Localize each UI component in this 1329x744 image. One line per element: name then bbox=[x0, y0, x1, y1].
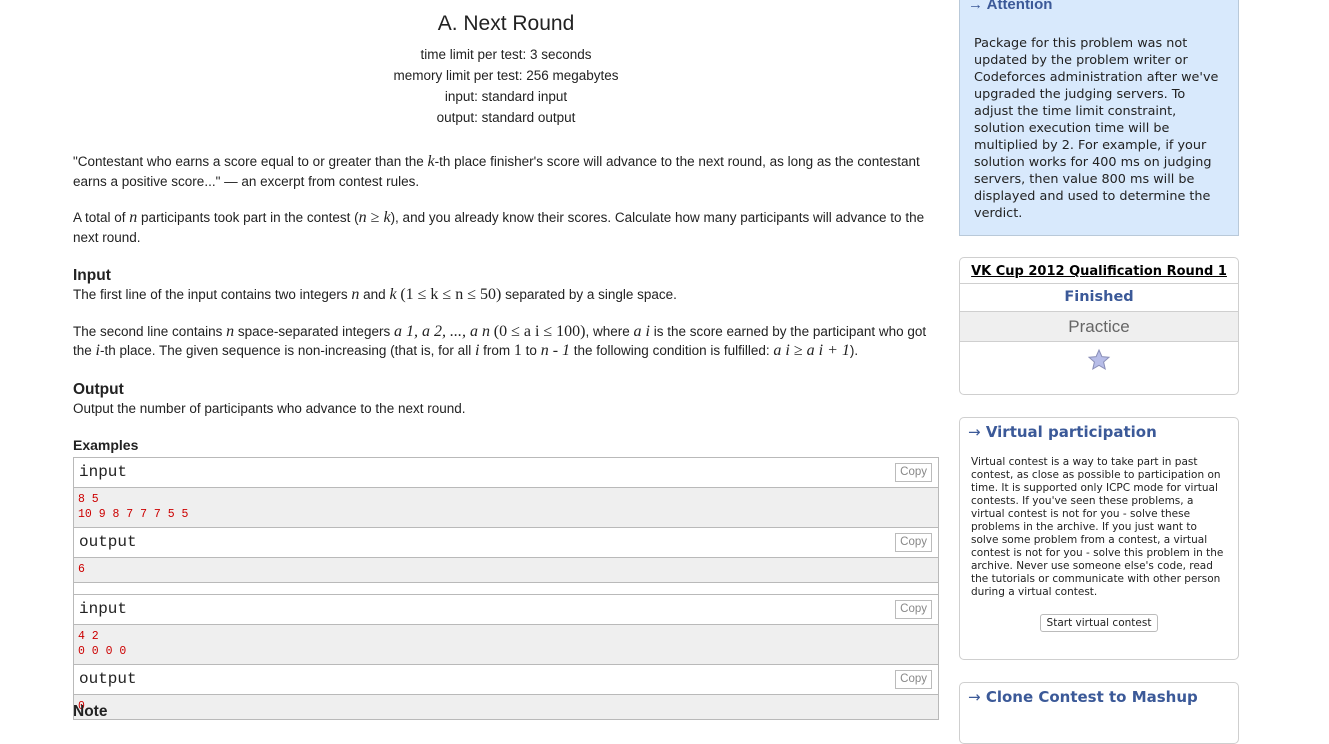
copy-button[interactable]: Copy bbox=[895, 600, 932, 619]
example-output-1: output Copy 6 bbox=[74, 527, 938, 582]
problem-title: A. Next Round bbox=[437, 12, 575, 35]
favourite-star[interactable] bbox=[960, 342, 1238, 378]
example-input-text: 8 5 10 9 8 7 7 7 5 5 bbox=[74, 488, 938, 527]
example-output-text: 6 bbox=[74, 558, 938, 582]
contest-box: VK Cup 2012 Qualification Round 1 Finish… bbox=[959, 257, 1239, 395]
example-output-2: output Copy 0 bbox=[74, 664, 938, 719]
output-paragraph: Output the number of participants who ad… bbox=[73, 400, 466, 416]
examples-box: input Copy 8 5 10 9 8 7 7 7 5 5 output Cop… bbox=[73, 457, 939, 720]
input-section-title: Input bbox=[73, 267, 111, 284]
example-input-label: input bbox=[79, 600, 128, 618]
input-paragraph-2: The second line contains n space-separat… bbox=[73, 322, 927, 360]
clone-title[interactable]: Clone Contest to Mashup bbox=[986, 688, 1198, 706]
virtual-title: Virtual participation bbox=[985, 423, 1157, 441]
example-input-label: input bbox=[79, 463, 128, 481]
legend-paragraph-1: "Contestant who earns a score equal to o… bbox=[73, 153, 920, 189]
note-section-title: Note bbox=[73, 703, 108, 720]
copy-button[interactable]: Copy bbox=[895, 670, 932, 689]
problem-statement: A. Next Round time limit per test: 3 sec… bbox=[73, 0, 939, 720]
example-output-text: 0 bbox=[74, 695, 938, 719]
output-file: output: standard output bbox=[436, 110, 576, 125]
virtual-description: Virtual contest is a way to take part in… bbox=[971, 456, 1224, 598]
contest-status: Finished bbox=[960, 284, 1238, 312]
example-input-text: 4 2 0 0 0 0 bbox=[74, 625, 938, 664]
attention-text: Package for this problem was not updated… bbox=[974, 36, 1219, 221]
arrow-right-icon: → bbox=[968, 423, 981, 441]
copy-button[interactable]: Copy bbox=[895, 463, 932, 482]
contest-practice-link[interactable]: Practice bbox=[960, 312, 1238, 342]
arrow-right-icon: → bbox=[968, 688, 981, 706]
examples-title: Examples bbox=[73, 437, 139, 453]
attention-box: → Attention Package for this problem was… bbox=[959, 0, 1239, 236]
legend-paragraph-2: A total of n participants took part in t… bbox=[73, 209, 925, 245]
example-output-label: output bbox=[79, 670, 137, 688]
problem-header: A. Next Round time limit per test: 3 sec… bbox=[73, 12, 939, 128]
sidebar: → Attention Package for this problem was… bbox=[959, 0, 1239, 744]
start-virtual-contest-button[interactable]: Start virtual contest bbox=[1039, 614, 1159, 632]
output-section-title: Output bbox=[73, 380, 124, 398]
contest-name-link[interactable]: VK Cup 2012 Qualification Round 1 bbox=[960, 258, 1238, 284]
clone-contest-box: → Clone Contest to Mashup bbox=[959, 682, 1239, 744]
input-file: input: standard input bbox=[444, 89, 568, 104]
memory-limit: memory limit per test: 256 megabytes bbox=[393, 68, 619, 83]
example-separator bbox=[74, 582, 938, 594]
attention-title: → Attention bbox=[968, 0, 1053, 13]
time-limit: time limit per test: 3 seconds bbox=[420, 47, 592, 62]
example-input-1: input Copy 8 5 10 9 8 7 7 7 5 5 bbox=[74, 458, 938, 527]
example-input-2: input Copy 4 2 0 0 0 0 bbox=[74, 594, 938, 664]
example-output-label: output bbox=[79, 533, 137, 551]
star-icon[interactable] bbox=[1087, 348, 1111, 372]
copy-button[interactable]: Copy bbox=[895, 533, 932, 552]
virtual-participation-box: → Virtual participation Virtual contest … bbox=[959, 417, 1239, 660]
input-paragraph-1: The first line of the input contains two… bbox=[73, 286, 677, 303]
